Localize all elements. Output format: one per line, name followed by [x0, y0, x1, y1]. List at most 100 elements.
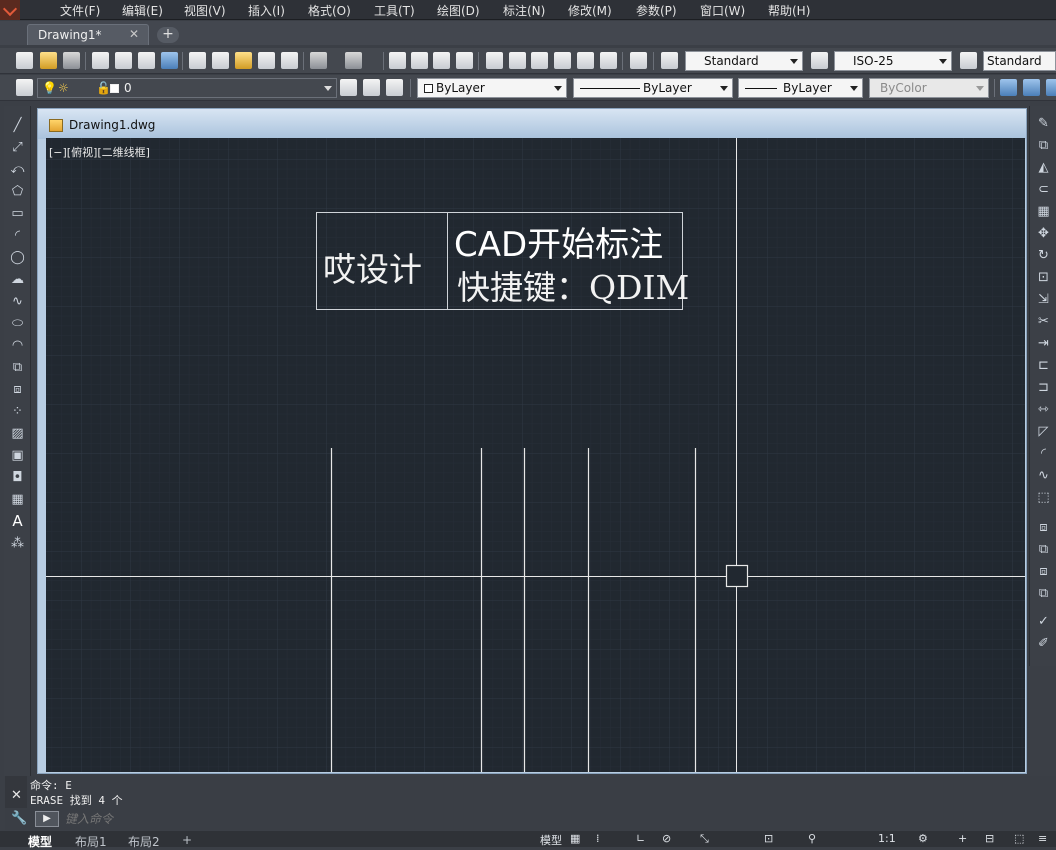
rotate-icon[interactable]: ↻ — [1035, 248, 1052, 263]
fillet-icon[interactable]: ◜ — [1035, 446, 1052, 461]
bring-above-icon[interactable]: ⧈ — [1035, 564, 1052, 579]
tab-model[interactable]: 模型 — [28, 833, 52, 850]
multiline-text-icon[interactable]: A — [9, 514, 26, 529]
break-at-point-icon[interactable]: ⊏ — [1035, 358, 1052, 373]
erase-icon[interactable]: ✎ — [1035, 116, 1052, 131]
scale-icon[interactable]: ⊡ — [1035, 270, 1052, 285]
hatch-icon[interactable]: ▨ — [9, 426, 26, 441]
zoom-realtime-icon[interactable] — [411, 52, 428, 69]
add-selected-icon[interactable]: ⁂ — [9, 536, 26, 551]
save-icon[interactable] — [63, 52, 80, 69]
revision-cloud-icon[interactable]: ☁ — [9, 272, 26, 287]
layer-previous-icon[interactable] — [363, 79, 380, 96]
table-style-icon[interactable] — [960, 52, 977, 69]
make-block-icon[interactable]: ⧈ — [9, 382, 26, 397]
open-icon[interactable] — [40, 52, 57, 69]
rectangle-icon[interactable]: ▭ — [9, 206, 26, 221]
markup-icon[interactable] — [577, 52, 594, 69]
copy-object-icon[interactable]: ⧉ — [1035, 138, 1052, 153]
trim-icon[interactable]: ✂ — [1035, 314, 1052, 329]
offset-icon[interactable]: ⊂ — [1035, 182, 1052, 197]
construction-line-icon[interactable]: ⤢ — [9, 140, 26, 155]
file-tab-drawing1[interactable]: Drawing1* ✕ — [27, 24, 149, 45]
customize-wrench-icon[interactable]: 🔧 — [11, 811, 27, 826]
menu-dimension[interactable]: 标注(N) — [503, 2, 545, 19]
ellipse-icon[interactable]: ⬭ — [9, 316, 26, 331]
zoom-previous-icon[interactable] — [456, 52, 473, 69]
application-menu-button[interactable] — [0, 0, 20, 20]
linear-dimension-icon[interactable] — [1000, 79, 1017, 96]
break-icon[interactable]: ⊐ — [1035, 380, 1052, 395]
annotation-scale-value[interactable]: 1:1 — [878, 832, 896, 845]
layer-manager-icon[interactable] — [16, 79, 33, 96]
recent-commands-icon[interactable]: ▶ — [35, 811, 59, 827]
polar-tracking-icon[interactable]: ⊘ — [662, 832, 671, 845]
chamfer-icon[interactable]: ◸ — [1035, 424, 1052, 439]
arc-length-icon[interactable] — [1046, 79, 1056, 96]
copy-icon[interactable] — [212, 52, 229, 69]
layer-state-icon[interactable] — [386, 79, 403, 96]
redo-icon[interactable] — [345, 52, 362, 69]
make-current-layer-icon[interactable] — [340, 79, 357, 96]
polyline-icon[interactable]: ⤺ — [9, 162, 26, 177]
region-icon[interactable]: ◘ — [9, 470, 26, 485]
move-icon[interactable]: ✥ — [1035, 226, 1052, 241]
annotation-visibility-icon[interactable]: ⊡ — [764, 832, 773, 845]
menu-parametric[interactable]: 参数(P) — [636, 2, 677, 19]
close-command-line-icon[interactable]: ✕ — [11, 788, 22, 803]
annotation-monitor-icon[interactable]: + — [958, 832, 967, 845]
tab-layout1[interactable]: 布局1 — [75, 833, 107, 850]
command-input[interactable] — [65, 810, 1045, 828]
color-select[interactable]: ByLayer — [417, 78, 567, 98]
undo-icon[interactable] — [310, 52, 327, 69]
ellipse-arc-icon[interactable]: ◠ — [9, 338, 26, 353]
menu-help[interactable]: 帮助(H) — [768, 2, 810, 19]
workspace-gear-icon[interactable]: ⚙ — [918, 832, 928, 845]
mirror-icon[interactable]: ◭ — [1035, 160, 1052, 175]
new-tab-button[interactable]: + — [157, 27, 179, 43]
text-edit-icon[interactable]: ✐ — [1035, 636, 1052, 651]
plot-preview-icon[interactable] — [115, 52, 132, 69]
table-style-select[interactable]: Standard — [983, 51, 1056, 71]
text-style-icon[interactable] — [661, 52, 678, 69]
extend-icon[interactable]: ⇥ — [1035, 336, 1052, 351]
command-line-handle[interactable]: ✕ — [5, 776, 27, 808]
sheet-set-icon[interactable] — [554, 52, 571, 69]
linetype-select[interactable]: ByLayer — [573, 78, 733, 98]
menu-view[interactable]: 视图(V) — [184, 2, 226, 19]
circle-icon[interactable]: ◯ — [9, 250, 26, 265]
menu-edit[interactable]: 编辑(E) — [122, 2, 163, 19]
close-tab-icon[interactable]: ✕ — [129, 27, 139, 41]
send-to-back-icon[interactable]: ⧉ — [1035, 542, 1052, 557]
polygon-icon[interactable]: ⬠ — [9, 184, 26, 199]
design-center-icon[interactable] — [509, 52, 526, 69]
array-icon[interactable]: ▦ — [1035, 204, 1052, 219]
menu-file[interactable]: 文件(F) — [60, 2, 100, 19]
menu-format[interactable]: 格式(O) — [308, 2, 351, 19]
help-icon[interactable] — [630, 52, 647, 69]
customization-menu-icon[interactable]: ≡ — [1038, 832, 1047, 845]
new-icon[interactable] — [16, 52, 33, 69]
match-properties-icon[interactable] — [258, 52, 275, 69]
dimension-style-select[interactable]: ISO-25 — [834, 51, 952, 71]
join-icon[interactable]: ⇿ — [1035, 402, 1052, 417]
pan-icon[interactable] — [389, 52, 406, 69]
3d-print-icon[interactable] — [161, 52, 178, 69]
snap-icon[interactable]: ⁞ — [596, 832, 600, 845]
menu-tools[interactable]: 工具(T) — [374, 2, 415, 19]
menu-draw[interactable]: 绘图(D) — [437, 2, 480, 19]
calculator-icon[interactable] — [600, 52, 617, 69]
print-icon[interactable] — [92, 52, 109, 69]
tab-layout2[interactable]: 布局2 — [128, 833, 160, 850]
explode-icon[interactable]: ⬚ — [1035, 490, 1052, 505]
text-style-select[interactable]: Standard — [685, 51, 803, 71]
osnap-icon[interactable]: ⤡ — [700, 832, 709, 846]
units-icon[interactable]: ⊟ — [985, 832, 994, 845]
properties-icon[interactable] — [486, 52, 503, 69]
paste-icon[interactable] — [235, 52, 252, 69]
publish-icon[interactable] — [138, 52, 155, 69]
add-layout-button[interactable]: + — [182, 833, 192, 847]
send-under-icon[interactable]: ⧉ — [1035, 586, 1052, 601]
menu-insert[interactable]: 插入(I) — [248, 2, 285, 19]
annotation-scale-icon[interactable]: ⚲ — [808, 832, 816, 845]
